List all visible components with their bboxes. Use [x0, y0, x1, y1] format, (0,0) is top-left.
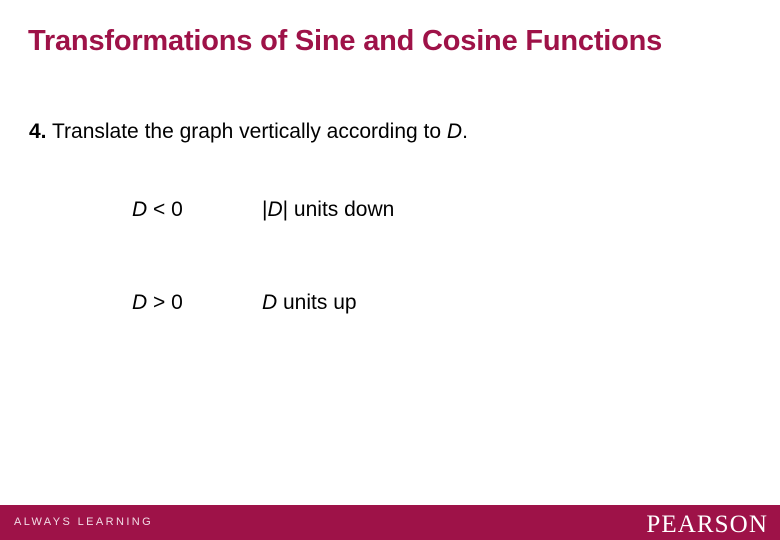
rule-description-variable: D	[262, 291, 278, 314]
rule-description-suffix: units up	[277, 291, 357, 314]
instruction-text-after: .	[462, 120, 468, 143]
rule-condition-operator: >	[153, 291, 166, 314]
rule-condition-variable: D	[132, 198, 148, 221]
instruction-text-before: Translate the graph vertically according…	[46, 120, 447, 143]
instruction-line: 4. Translate the graph vertically accord…	[29, 118, 749, 146]
rule-description: |D| units down	[262, 196, 394, 224]
rule-condition: D > 0	[132, 289, 183, 317]
rule-condition-value: 0	[171, 291, 183, 314]
instruction-variable: D	[446, 120, 463, 143]
rule-row: D > 0 D units up	[0, 289, 780, 382]
rule-description-suffix: | units down	[282, 198, 395, 221]
rule-condition: D < 0	[132, 196, 183, 224]
slide-canvas: Transformations of Sine and Cosine Funct…	[0, 0, 780, 540]
rule-condition-operator: <	[153, 198, 166, 221]
pearson-logo: PEARSON	[646, 511, 768, 538]
instruction-number: 4.	[29, 120, 47, 143]
rule-condition-value: 0	[171, 198, 183, 221]
page-title: Transformations of Sine and Cosine Funct…	[28, 25, 663, 57]
footer-bar: ALWAYS LEARNING PEARSON	[0, 505, 780, 540]
rule-row: D < 0 |D| units down	[0, 196, 780, 289]
rule-description: D units up	[262, 289, 357, 317]
rules-list: D < 0 |D| units down D > 0 D units up	[0, 196, 780, 382]
footer-tagline: ALWAYS LEARNING	[14, 516, 154, 528]
rule-condition-variable: D	[132, 291, 148, 314]
rule-description-variable: D	[267, 198, 283, 221]
